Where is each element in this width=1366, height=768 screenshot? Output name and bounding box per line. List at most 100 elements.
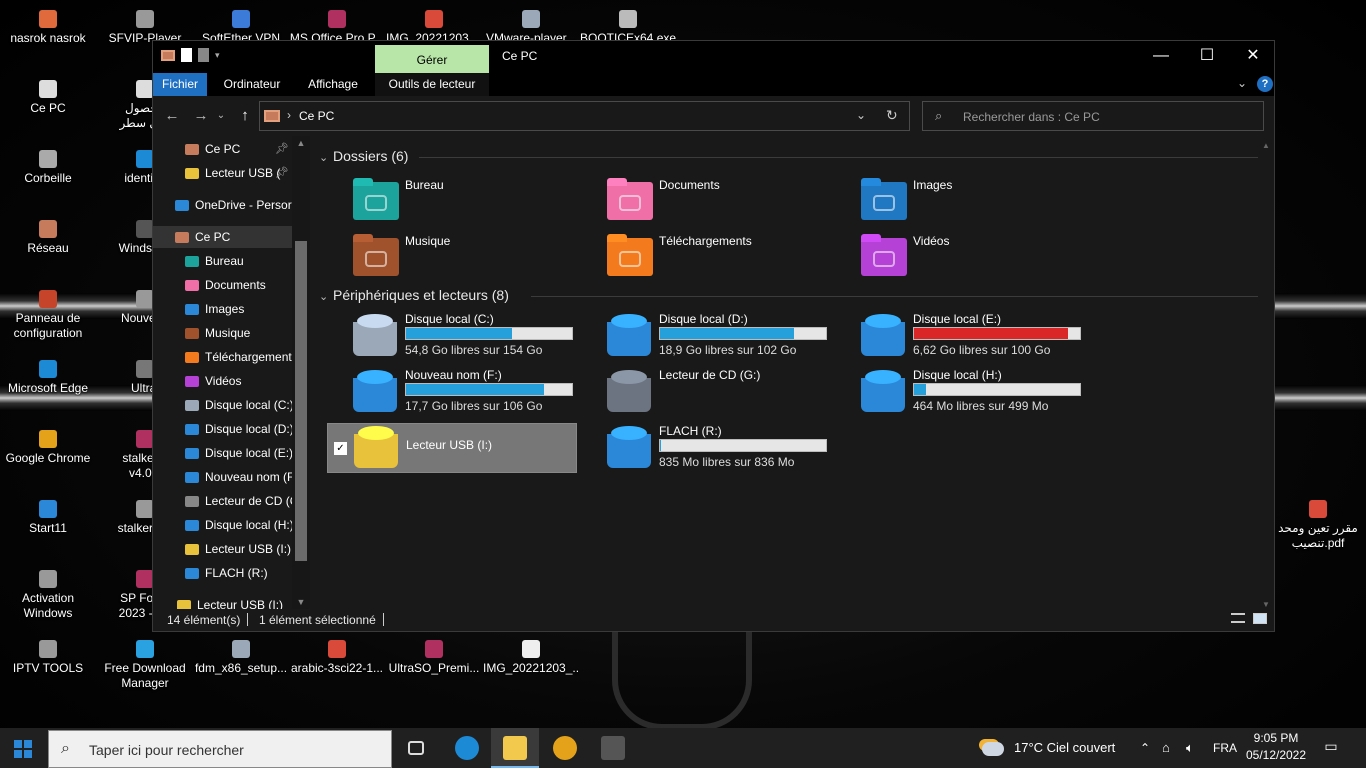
- drive-item[interactable]: ✓ Lecteur USB (I:): [327, 423, 577, 473]
- desktop-icon[interactable]: Start11: [0, 500, 96, 536]
- group-header-drives[interactable]: ⌄ Périphériques et lecteurs (8): [319, 287, 1259, 303]
- drive-item[interactable]: Disque local (E:) 6,62 Go libres sur 100 …: [861, 312, 1111, 362]
- nav-item[interactable]: Lecteur USB (📌︎: [153, 162, 293, 184]
- folder-item[interactable]: Téléchargements: [607, 234, 847, 284]
- scrollbar-thumb[interactable]: [295, 241, 307, 561]
- pin-icon[interactable]: 📌︎: [275, 162, 289, 184]
- content-scrollbar[interactable]: ▲ ▼: [1258, 141, 1274, 609]
- nav-item[interactable]: Nouveau nom (F: [153, 466, 293, 488]
- tab-file[interactable]: Fichier: [153, 73, 207, 96]
- nav-item[interactable]: Disque local (H:): [153, 514, 293, 536]
- desktop-icon[interactable]: arabic-3sci22-1...: [289, 640, 385, 676]
- nav-item[interactable]: FLACH (R:): [153, 562, 293, 584]
- nav-item[interactable]: Lecteur USB (I:): [153, 538, 293, 560]
- nav-item[interactable]: OneDrive - Persor: [153, 194, 293, 216]
- back-icon[interactable]: ←: [162, 107, 182, 125]
- folder-item[interactable]: Documents: [607, 178, 847, 228]
- folder-item[interactable]: Bureau: [353, 178, 593, 228]
- close-button[interactable]: ✕: [1230, 41, 1276, 73]
- breadcrumb[interactable]: Ce PC: [299, 109, 334, 123]
- nav-item[interactable]: Vidéos: [153, 370, 293, 392]
- scroll-down-icon[interactable]: ▼: [295, 597, 307, 607]
- address-bar[interactable]: › Ce PC ⌄ ↻: [259, 101, 910, 131]
- refresh-icon[interactable]: ↻: [886, 107, 898, 124]
- taskbar-app[interactable]: [541, 728, 589, 768]
- desktop-icon[interactable]: Panneau de configuration: [0, 290, 96, 341]
- taskbar-app[interactable]: [443, 728, 491, 768]
- ribbon-expand-icon[interactable]: ⌄: [1237, 76, 1247, 90]
- nav-item[interactable]: Disque local (E:): [153, 442, 293, 464]
- scroll-up-icon[interactable]: ▲: [295, 138, 307, 148]
- nav-item[interactable]: Musique: [153, 322, 293, 344]
- nav-item[interactable]: Ce PC 📌︎: [153, 138, 293, 160]
- chevron-down-icon[interactable]: ⌄: [856, 108, 866, 122]
- drive-item[interactable]: FLACH (R:) 835 Mo libres sur 836 Mo: [607, 424, 857, 474]
- language-indicator[interactable]: FRA: [1213, 728, 1237, 768]
- desktop-icon[interactable]: IMG_20221203_...: [483, 640, 579, 676]
- taskbar-app[interactable]: [589, 728, 637, 768]
- weather-text[interactable]: 17°C Ciel couvert: [1014, 728, 1115, 768]
- customize-qat-icon[interactable]: ▾: [215, 48, 223, 62]
- weather-icon[interactable]: [982, 728, 1004, 768]
- tab-view[interactable]: Affichage: [297, 73, 369, 96]
- nav-item[interactable]: Lecteur USB (I:): [153, 594, 293, 609]
- desktop-icon[interactable]: nasrok nasrok: [0, 10, 96, 46]
- drive-item[interactable]: Disque local (D:) 18,9 Go libres sur 102 …: [607, 312, 857, 362]
- help-icon[interactable]: ?: [1257, 76, 1273, 92]
- nav-item[interactable]: Documents: [153, 274, 293, 296]
- taskbar-app[interactable]: [392, 728, 440, 768]
- nav-item[interactable]: Ce PC: [153, 226, 293, 248]
- maximize-button[interactable]: ☐: [1184, 41, 1230, 73]
- drive-item[interactable]: Nouveau nom (F:) 17,7 Go libres sur 106 G…: [353, 368, 603, 418]
- desktop-icon[interactable]: Ce PC: [0, 80, 96, 116]
- folder-item[interactable]: Images: [861, 178, 1101, 228]
- scroll-down-icon[interactable]: ▼: [1262, 600, 1270, 609]
- desktop-icon[interactable]: Corbeille: [0, 150, 96, 186]
- scroll-up-icon[interactable]: ▲: [1262, 141, 1270, 150]
- drive-item[interactable]: Disque local (C:) 54,8 Go libres sur 154 …: [353, 312, 603, 362]
- nav-item[interactable]: Disque local (D:): [153, 418, 293, 440]
- desktop-icon[interactable]: IPTV TOOLS: [0, 640, 96, 676]
- desktop-icon[interactable]: Réseau: [0, 220, 96, 256]
- desktop-icon[interactable]: fdm_x86_setup...: [193, 640, 289, 676]
- chevron-down-icon[interactable]: ⌄: [319, 151, 333, 164]
- large-icons-view-icon[interactable]: [1253, 613, 1267, 624]
- volume-icon[interactable]: 🔈︎: [1186, 728, 1194, 768]
- taskbar-app[interactable]: [491, 728, 539, 768]
- folder-item[interactable]: Vidéos: [861, 234, 1101, 284]
- pin-icon[interactable]: 📌︎: [275, 138, 289, 160]
- nav-item[interactable]: Téléchargements: [153, 346, 293, 368]
- up-icon[interactable]: ↑: [235, 107, 255, 125]
- nav-item[interactable]: Disque local (C:): [153, 394, 293, 416]
- title-bar[interactable]: ▾ Gérer Ce PC — ☐ ✕: [153, 41, 1274, 73]
- ribbon-contextual-manage[interactable]: Gérer: [375, 45, 489, 73]
- breadcrumb-separator-icon[interactable]: ›: [287, 108, 291, 122]
- start-button[interactable]: [0, 728, 48, 768]
- desktop-icon[interactable]: Microsoft Edge: [0, 360, 96, 396]
- chevron-up-icon[interactable]: ⌃: [1140, 728, 1150, 768]
- clock[interactable]: 9:05 PM 05/12/2022: [1236, 730, 1316, 764]
- taskbar-search-input[interactable]: ⌕ Taper ici pour rechercher: [48, 730, 392, 768]
- nav-item[interactable]: Lecteur de CD (C: [153, 490, 293, 512]
- folder-item[interactable]: Musique: [353, 234, 593, 284]
- selection-checkbox[interactable]: ✓: [334, 442, 347, 455]
- desktop-icon[interactable]: Google Chrome: [0, 430, 96, 466]
- search-input[interactable]: ⌕ Rechercher dans : Ce PC: [922, 101, 1264, 131]
- nav-scrollbar[interactable]: ▲ ▼: [292, 136, 310, 609]
- nav-item[interactable]: Bureau: [153, 250, 293, 272]
- network-icon[interactable]: ⌂: [1162, 728, 1170, 768]
- desktop-icon[interactable]: UltraSO_Premi...: [386, 640, 482, 676]
- new-folder-icon[interactable]: [198, 48, 209, 62]
- group-header-folders[interactable]: ⌄ Dossiers (6): [319, 148, 1259, 164]
- tab-computer[interactable]: Ordinateur: [211, 73, 293, 96]
- desktop-icon[interactable]: Activation Windows: [0, 570, 96, 621]
- forward-icon[interactable]: →: [191, 107, 211, 125]
- tab-drive-tools[interactable]: Outils de lecteur: [375, 73, 489, 96]
- properties-icon[interactable]: [181, 48, 192, 62]
- computer-icon[interactable]: [161, 49, 175, 61]
- nav-item[interactable]: Images: [153, 298, 293, 320]
- notifications-icon[interactable]: ▭: [1320, 738, 1342, 758]
- desktop-icon[interactable]: Free Download Manager: [97, 640, 193, 691]
- chevron-down-icon[interactable]: ⌄: [319, 290, 333, 303]
- minimize-button[interactable]: —: [1138, 41, 1184, 73]
